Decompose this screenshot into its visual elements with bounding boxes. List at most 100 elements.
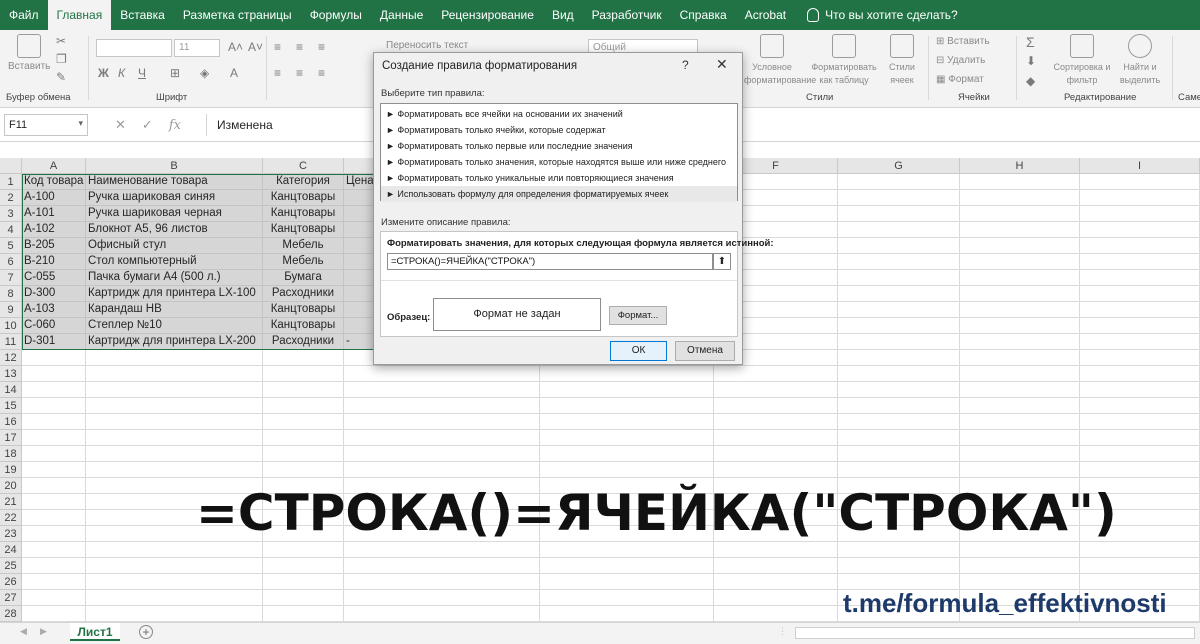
grid-cell[interactable] — [263, 398, 344, 414]
align-top-icon[interactable]: ≡ — [274, 40, 281, 54]
ribbon-tab[interactable]: Вставка — [111, 0, 174, 30]
table-cell[interactable]: A-103 — [22, 302, 86, 318]
row-header[interactable]: 17 — [0, 430, 22, 446]
grid-cell[interactable] — [1080, 302, 1200, 318]
grid-cell[interactable] — [960, 302, 1080, 318]
sheet-tab[interactable]: Лист1 — [70, 623, 120, 641]
table-cell[interactable]: Канцтовары — [263, 302, 344, 318]
row-header[interactable]: 15 — [0, 398, 22, 414]
grid-cell[interactable] — [22, 494, 86, 510]
ribbon-tab[interactable]: Разработчик — [583, 0, 671, 30]
tell-me-search[interactable]: Что вы хотите сделать? — [795, 8, 958, 22]
rule-type-item[interactable]: ► Форматировать только значения, которые… — [381, 154, 737, 170]
format-as-table-button[interactable]: Форматировать как таблицу — [804, 34, 884, 87]
grid-cell[interactable] — [1080, 286, 1200, 302]
ribbon-tab[interactable]: Справка — [671, 0, 736, 30]
row-header[interactable]: 5 — [0, 238, 22, 254]
grid-cell[interactable] — [714, 382, 838, 398]
grid-cell[interactable] — [540, 606, 714, 622]
underline-icon[interactable]: Ч — [138, 66, 146, 80]
table-cell[interactable]: Карандаш HB — [86, 302, 263, 318]
grid-cell[interactable] — [1080, 206, 1200, 222]
grid-cell[interactable] — [22, 590, 86, 606]
rule-type-item[interactable]: ► Форматировать только первые или послед… — [381, 138, 737, 154]
grid-cell[interactable] — [1080, 446, 1200, 462]
table-cell[interactable]: B-210 — [22, 254, 86, 270]
next-sheet-icon[interactable]: ▶ — [40, 626, 47, 637]
autosum-icon[interactable]: Σ — [1026, 34, 1035, 50]
confirm-icon[interactable]: ✓ — [142, 117, 153, 133]
table-cell[interactable]: D-301 — [22, 334, 86, 350]
grid-cell[interactable] — [714, 398, 838, 414]
table-cell[interactable]: C-055 — [22, 270, 86, 286]
font-size-select[interactable]: 11 — [174, 39, 220, 57]
grid-cell[interactable] — [22, 606, 86, 622]
grid-cell[interactable] — [960, 398, 1080, 414]
ribbon-tab[interactable]: Данные — [371, 0, 432, 30]
grid-cell[interactable] — [344, 430, 540, 446]
grid-cell[interactable] — [344, 558, 540, 574]
sort-filter-button[interactable]: Сортировка и фильтр — [1052, 34, 1112, 87]
row-header[interactable]: 4 — [0, 222, 22, 238]
grid-cell[interactable] — [960, 414, 1080, 430]
grid-cell[interactable] — [838, 254, 960, 270]
row-header[interactable]: 8 — [0, 286, 22, 302]
column-header[interactable]: H — [960, 158, 1080, 174]
grid-cell[interactable] — [714, 590, 838, 606]
grid-cell[interactable] — [838, 414, 960, 430]
grid-cell[interactable] — [263, 558, 344, 574]
column-header[interactable]: I — [1080, 158, 1200, 174]
grid-cell[interactable] — [22, 510, 86, 526]
ribbon-tab[interactable]: Разметка страницы — [174, 0, 301, 30]
table-cell[interactable]: Степлер №10 — [86, 318, 263, 334]
grid-cell[interactable] — [838, 270, 960, 286]
grid-cell[interactable] — [960, 462, 1080, 478]
table-cell[interactable]: Канцтовары — [263, 190, 344, 206]
column-header[interactable]: B — [86, 158, 263, 174]
grid-cell[interactable] — [1080, 238, 1200, 254]
grid-cell[interactable] — [344, 382, 540, 398]
row-header[interactable]: 26 — [0, 574, 22, 590]
fill-color-icon[interactable]: ◈ — [200, 66, 209, 80]
italic-icon[interactable]: К — [118, 66, 125, 80]
table-cell[interactable]: Стол компьютерный — [86, 254, 263, 270]
grid-cell[interactable] — [22, 574, 86, 590]
row-header[interactable]: 24 — [0, 542, 22, 558]
grid-cell[interactable] — [960, 558, 1080, 574]
grid-cell[interactable] — [263, 542, 344, 558]
grid-cell[interactable] — [1080, 366, 1200, 382]
grid-cell[interactable] — [1080, 462, 1200, 478]
row-header[interactable]: 27 — [0, 590, 22, 606]
grid-cell[interactable] — [344, 542, 540, 558]
grid-cell[interactable] — [344, 574, 540, 590]
add-sheet-icon[interactable]: + — [139, 625, 153, 639]
row-header[interactable]: 23 — [0, 526, 22, 542]
grid-cell[interactable] — [22, 366, 86, 382]
grid-cell[interactable] — [838, 174, 960, 190]
ribbon-tab[interactable]: Рецензирование — [432, 0, 543, 30]
table-cell[interactable]: Ручка шариковая синяя — [86, 190, 263, 206]
grid-cell[interactable] — [838, 190, 960, 206]
grid-cell[interactable] — [86, 398, 263, 414]
help-icon[interactable]: ? — [682, 58, 689, 72]
grid-cell[interactable] — [960, 270, 1080, 286]
tab-split-handle[interactable]: ⋮ — [778, 626, 787, 637]
grid-cell[interactable] — [714, 606, 838, 622]
cell-styles-button[interactable]: Стили ячеек — [884, 34, 920, 87]
grid-cell[interactable] — [86, 558, 263, 574]
grid-cell[interactable] — [344, 414, 540, 430]
table-cell[interactable]: Код товара — [22, 174, 86, 190]
clear-icon[interactable]: ◆ — [1026, 74, 1035, 88]
grid-cell[interactable] — [344, 590, 540, 606]
ribbon-tab[interactable]: Формулы — [301, 0, 371, 30]
row-header[interactable]: 22 — [0, 510, 22, 526]
grid-cell[interactable] — [263, 606, 344, 622]
column-header[interactable]: A — [22, 158, 86, 174]
table-cell[interactable]: A-102 — [22, 222, 86, 238]
grid-cell[interactable] — [838, 238, 960, 254]
prev-sheet-icon[interactable]: ◀ — [20, 626, 27, 637]
table-cell[interactable]: A-100 — [22, 190, 86, 206]
name-box[interactable]: F11 ▾ — [4, 114, 88, 136]
delete-cells-button[interactable]: ⊟ Удалить — [936, 55, 985, 66]
row-header[interactable]: 10 — [0, 318, 22, 334]
